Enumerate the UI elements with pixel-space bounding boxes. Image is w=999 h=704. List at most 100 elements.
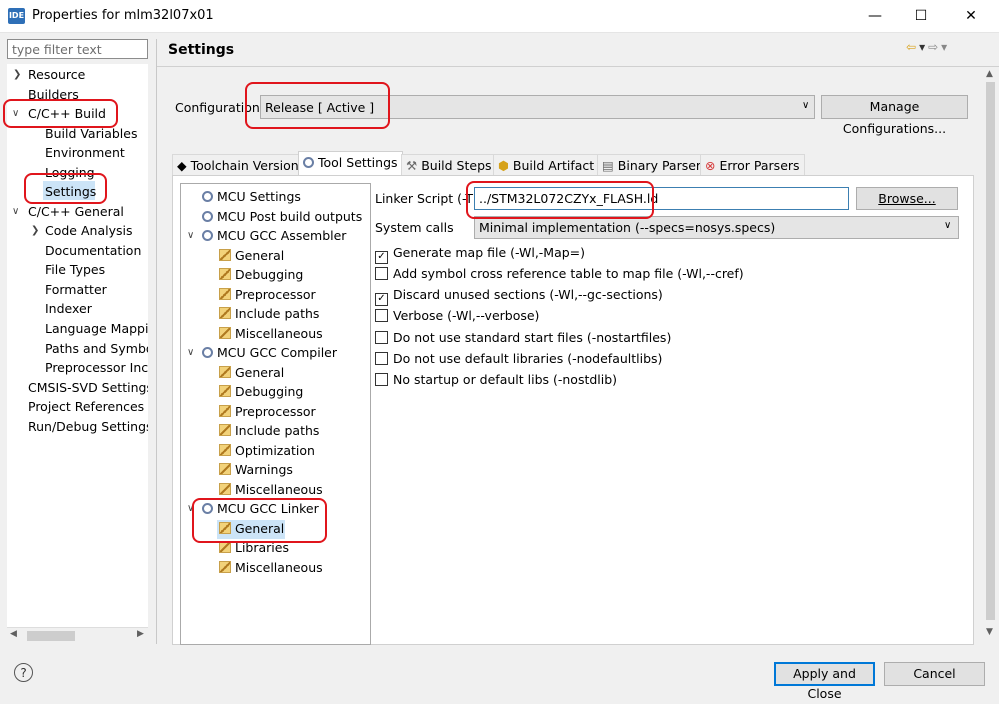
chevron-down-icon[interactable]: ∨: [12, 206, 19, 217]
tree-item-cmsis-svd-settings[interactable]: CMSIS-SVD Settings: [28, 380, 148, 395]
options-page-icon: [219, 385, 231, 397]
options-page-icon: [219, 366, 231, 378]
tab-tool-settings[interactable]: Tool Settings: [298, 151, 403, 176]
tool-item-assembler-include-paths[interactable]: Include paths: [219, 306, 319, 321]
gear-icon: [202, 191, 213, 202]
checkbox-unchecked[interactable]: [375, 267, 388, 280]
help-icon[interactable]: ?: [14, 663, 33, 682]
scroll-up-icon[interactable]: ▲: [986, 69, 993, 79]
system-calls-label: System calls: [375, 220, 454, 235]
scroll-down-icon[interactable]: ▼: [986, 627, 993, 637]
options-page-icon: [219, 268, 231, 280]
highlight-cpp-build: [3, 99, 118, 128]
build-steps-icon: ⚒: [406, 158, 418, 173]
cancel-button[interactable]: Cancel: [884, 662, 985, 686]
option-nostdlib[interactable]: No startup or default libs (-nostdlib): [375, 372, 617, 387]
scroll-right-icon[interactable]: ▶: [137, 629, 144, 639]
chevron-right-icon[interactable]: ❯: [31, 225, 39, 236]
tab-build-steps[interactable]: ⚒ Build Steps: [401, 154, 497, 175]
tree-item-project-references[interactable]: Project References: [28, 399, 144, 414]
option-nostartfiles[interactable]: Do not use standard start files (-nostar…: [375, 330, 671, 345]
tree-item-code-analysis[interactable]: Code Analysis: [45, 223, 132, 238]
option-discard-unused-sections[interactable]: ✓ Discard unused sections (-Wl,--gc-secti…: [375, 287, 663, 306]
options-page-icon: [219, 288, 231, 300]
tab-binary-parsers[interactable]: ▤ Binary Parsers: [597, 154, 713, 175]
checkbox-unchecked[interactable]: [375, 309, 388, 322]
scroll-left-icon[interactable]: ◀: [10, 629, 17, 639]
header-divider: [157, 66, 999, 67]
tab-label: Error Parsers: [719, 158, 800, 173]
options-page-icon: [219, 327, 231, 339]
tree-item-language-mappings[interactable]: Language Mappin: [45, 321, 148, 336]
gear-icon: [202, 347, 213, 358]
tool-item-compiler-preprocessor[interactable]: Preprocessor: [219, 404, 316, 419]
tree-item-preprocessor-include[interactable]: Preprocessor Inclu: [45, 360, 148, 375]
manage-configurations-button[interactable]: Manage Configurations...: [821, 95, 968, 136]
checkbox-checked[interactable]: ✓: [375, 251, 388, 264]
highlight-settings: [24, 173, 107, 204]
chevron-down-icon[interactable]: ∨: [187, 230, 194, 241]
tree-item-indexer[interactable]: Indexer: [45, 301, 92, 316]
checkbox-checked[interactable]: ✓: [375, 293, 388, 306]
scrollbar-thumb[interactable]: [986, 82, 995, 620]
tool-item-assembler-general[interactable]: General: [219, 248, 284, 263]
options-page-icon: [219, 307, 231, 319]
properties-tree: ❯ Resource Builders ∨ C/C++ Build Build …: [7, 64, 148, 627]
gear-icon: [202, 230, 213, 241]
chevron-down-icon[interactable]: ∨: [187, 347, 194, 358]
browse-button[interactable]: Browse...: [856, 187, 958, 210]
tree-item-paths-and-symbols[interactable]: Paths and Symbols: [45, 341, 148, 356]
panel-divider[interactable]: [156, 39, 157, 644]
minimize-icon[interactable]: —: [852, 0, 898, 32]
tool-item-mcu-post-build-outputs[interactable]: MCU Post build outputs: [202, 209, 362, 224]
history-navigation: ⇦▾⇨▾: [906, 40, 950, 54]
tool-item-mcu-gcc-compiler[interactable]: MCU GCC Compiler: [202, 345, 337, 360]
tool-item-compiler-general[interactable]: General: [219, 365, 284, 380]
tree-item-environment[interactable]: Environment: [45, 145, 125, 160]
tool-item-mcu-gcc-assembler[interactable]: MCU GCC Assembler: [202, 228, 346, 243]
app-icon: IDE: [8, 8, 25, 24]
tab-build-artifact[interactable]: ⬢ Build Artifact: [493, 154, 600, 175]
tree-item-cpp-general[interactable]: C/C++ General: [28, 204, 124, 219]
back-arrow-icon[interactable]: ⇦: [906, 40, 919, 54]
tree-item-run-debug-settings[interactable]: Run/Debug Settings: [28, 419, 148, 434]
tool-item-compiler-debugging[interactable]: Debugging: [219, 384, 303, 399]
tool-item-mcu-settings[interactable]: MCU Settings: [202, 189, 301, 204]
tool-item-compiler-warnings[interactable]: Warnings: [219, 462, 293, 477]
tab-toolchain-version[interactable]: ◆ Toolchain Version: [172, 154, 304, 175]
tool-item-assembler-debugging[interactable]: Debugging: [219, 267, 303, 282]
tree-item-build-variables[interactable]: Build Variables: [45, 126, 137, 141]
maximize-icon[interactable]: ☐: [898, 0, 944, 32]
apply-and-close-button[interactable]: Apply and Close: [774, 662, 875, 701]
tab-label: Binary Parsers: [617, 158, 708, 173]
chevron-right-icon[interactable]: ❯: [13, 69, 21, 80]
scrollbar-thumb[interactable]: [27, 631, 75, 641]
chevron-down-icon[interactable]: ∨: [802, 100, 809, 111]
tool-item-compiler-optimization[interactable]: Optimization: [219, 443, 315, 458]
checkbox-unchecked[interactable]: [375, 331, 388, 344]
option-generate-map-file[interactable]: ✓ Generate map file (-Wl,-Map=): [375, 245, 585, 264]
left-tree-horizontal-scrollbar[interactable]: ◀ ▶: [7, 627, 148, 644]
back-menu-chevron-icon[interactable]: ▾: [919, 40, 928, 54]
option-verbose[interactable]: Verbose (-Wl,--verbose): [375, 308, 539, 323]
forward-menu-chevron-icon[interactable]: ▾: [941, 40, 950, 54]
tree-item-documentation[interactable]: Documentation: [45, 243, 141, 258]
chevron-down-icon[interactable]: ∨: [944, 220, 951, 231]
tree-item-file-types[interactable]: File Types: [45, 262, 105, 277]
tool-item-compiler-include-paths[interactable]: Include paths: [219, 423, 319, 438]
tool-item-assembler-preprocessor[interactable]: Preprocessor: [219, 287, 316, 302]
forward-arrow-icon[interactable]: ⇨: [928, 40, 941, 54]
filter-input[interactable]: [7, 39, 148, 59]
tool-item-assembler-miscellaneous[interactable]: Miscellaneous: [219, 326, 323, 341]
option-nodefaultlibs[interactable]: Do not use default libraries (-nodefault…: [375, 351, 662, 366]
tree-item-resource[interactable]: Resource: [28, 67, 85, 82]
tab-error-parsers[interactable]: ⊗ Error Parsers: [700, 154, 805, 175]
close-icon[interactable]: ✕: [948, 0, 994, 32]
tool-item-linker-miscellaneous[interactable]: Miscellaneous: [219, 560, 323, 575]
checkbox-unchecked[interactable]: [375, 352, 388, 365]
checkbox-unchecked[interactable]: [375, 373, 388, 386]
option-cross-reference-table[interactable]: Add symbol cross reference table to map …: [375, 266, 744, 281]
tool-item-compiler-miscellaneous[interactable]: Miscellaneous: [219, 482, 323, 497]
options-page-icon: [219, 483, 231, 495]
tree-item-formatter[interactable]: Formatter: [45, 282, 107, 297]
